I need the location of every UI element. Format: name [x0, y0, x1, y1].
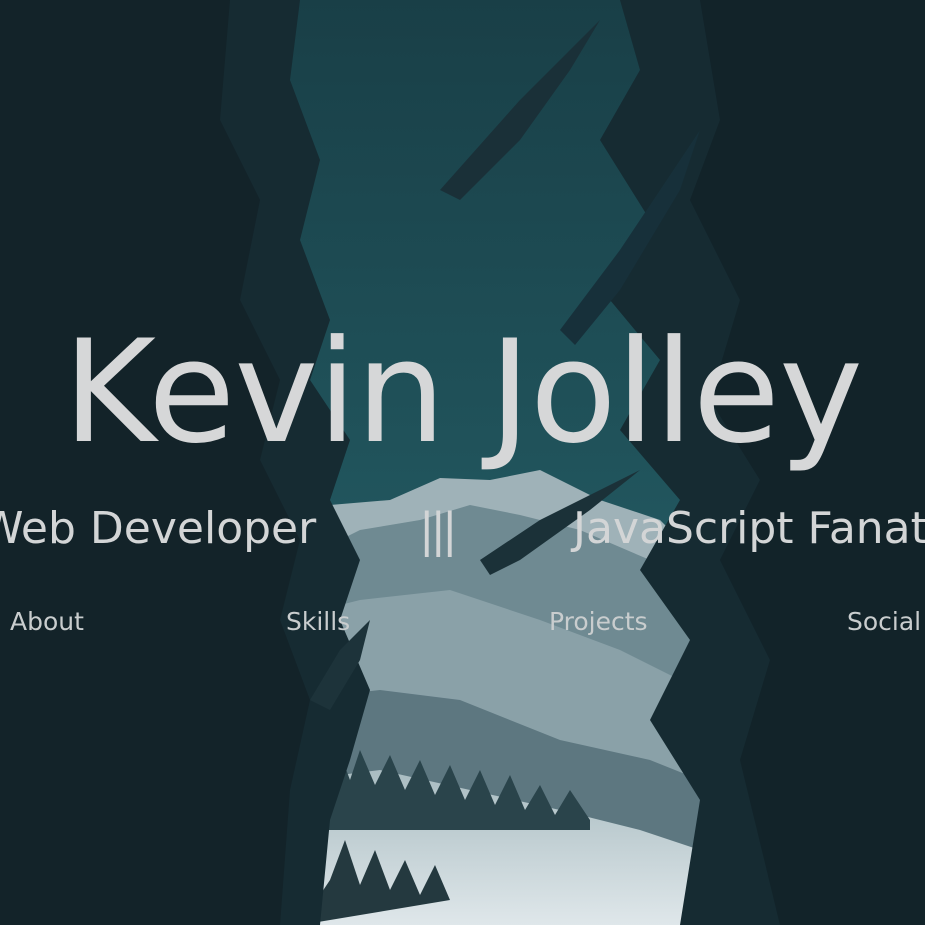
- main-navigation: About Skills Projects Social: [0, 607, 925, 639]
- tagline-web-developer: Web Developer: [0, 503, 317, 554]
- nav-link-projects[interactable]: Projects: [549, 607, 648, 636]
- tagline-javascript-fanatic: JavaScript Fanatic: [573, 503, 925, 554]
- nav-link-about[interactable]: About: [10, 607, 84, 636]
- nav-link-social[interactable]: Social: [847, 607, 921, 636]
- tagline-separator: |||: [419, 503, 457, 557]
- nav-link-skills[interactable]: Skills: [286, 607, 350, 636]
- hero-section: Kevin Jolley Web Developer ||| JavaScrip…: [0, 0, 925, 925]
- hero-tagline: Web Developer ||| JavaScript Fanatic: [0, 503, 925, 563]
- hero-name-heading: Kevin Jolley: [62, 310, 863, 475]
